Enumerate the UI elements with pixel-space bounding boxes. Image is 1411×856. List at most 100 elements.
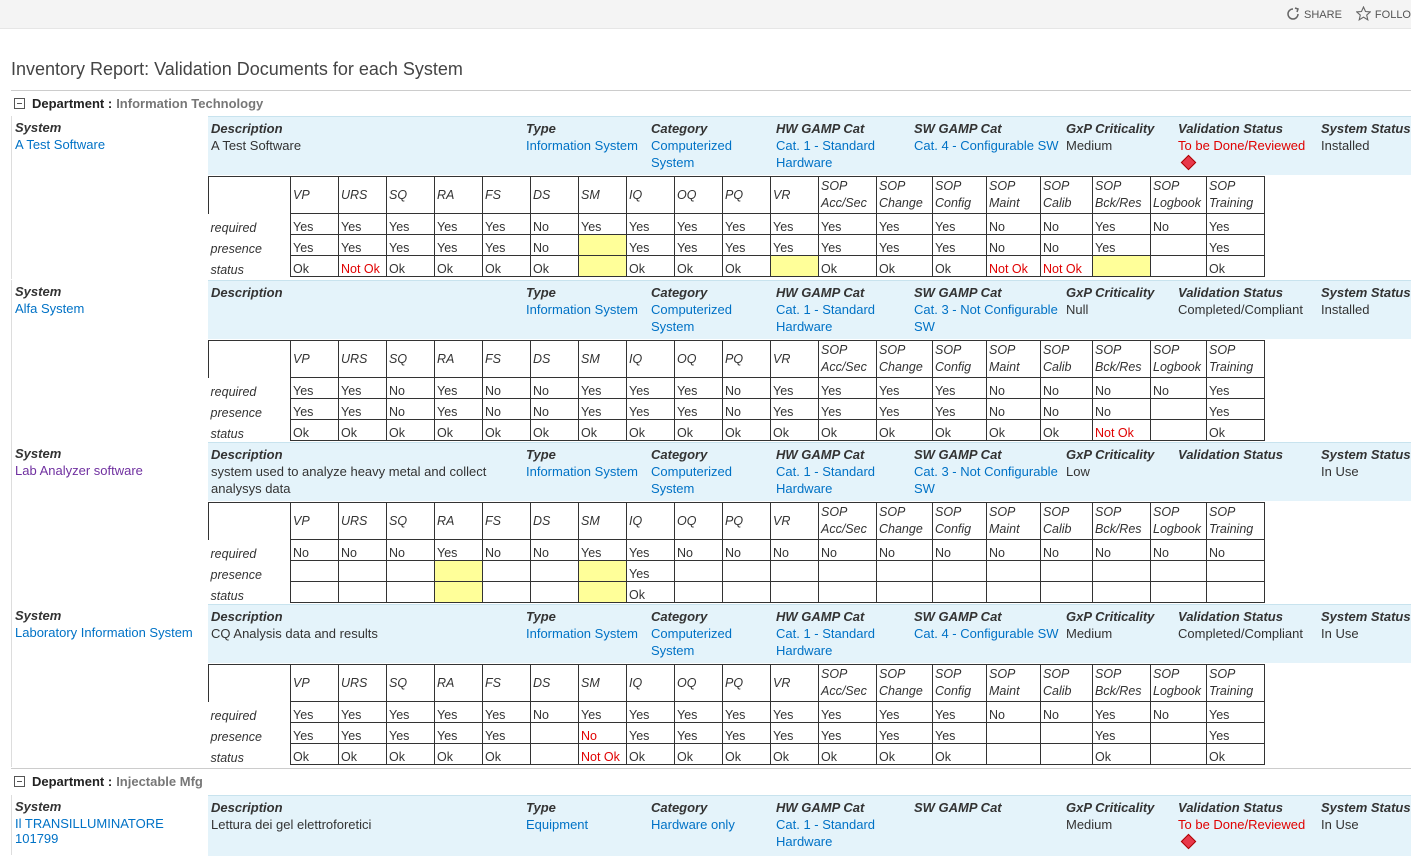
category-value[interactable]: Hardware only <box>651 816 769 833</box>
doc-cell: Yes <box>626 234 675 256</box>
doc-cell: Ok <box>1206 255 1265 277</box>
doc-cell: Yes <box>1092 722 1151 744</box>
doc-column-header: IQ <box>626 502 675 540</box>
system-status-cell: System Status In Use <box>1321 447 1411 480</box>
system-status-header: System Status <box>1321 285 1411 300</box>
department-header[interactable]: Department : Injectable Mfg <box>11 768 1411 793</box>
system-label: System <box>15 446 62 461</box>
category-cell: Category Computerized System <box>651 285 769 335</box>
doc-column-header: SQ <box>386 340 435 378</box>
hw-gamp-cell: HW GAMP Cat Cat. 1 - Standard Hardware <box>776 285 906 335</box>
doc-cell <box>1206 560 1265 582</box>
header-blank-cell <box>208 340 291 378</box>
doc-column-header: SOP Logbook <box>1150 176 1207 214</box>
follow-button[interactable]: FOLLO <box>1355 5 1411 24</box>
doc-cell: Ok <box>674 419 723 441</box>
type-cell: Type Information System <box>526 609 646 642</box>
doc-cell: Ok <box>1040 419 1093 441</box>
system-name-link[interactable]: Lab Analyzer software <box>15 463 208 478</box>
system-name-link[interactable]: Il TRANSILLUMINATORE 101799 <box>15 816 208 846</box>
documents-required-row: required Yes Yes No Yes No No Yes Yes Yes No Yes Yes… <box>209 377 1265 399</box>
documents-presence-row: presence Yes <box>209 560 1265 582</box>
sw-gamp-value[interactable]: Cat. 3 - Not Configurable SW <box>914 463 1062 497</box>
hw-gamp-cell: HW GAMP Cat Cat. 1 - Standard Hardware <box>776 609 906 659</box>
doc-cell: Yes <box>876 701 933 723</box>
doc-cell: No <box>986 213 1041 235</box>
category-value[interactable]: Computerized System <box>651 625 769 659</box>
department-value: Information Technology <box>116 95 264 111</box>
sw-gamp-value[interactable]: Cat. 4 - Configurable SW <box>914 625 1062 642</box>
doc-cell: Yes <box>722 722 771 744</box>
doc-cell: Yes <box>626 377 675 399</box>
doc-cell <box>986 722 1041 744</box>
system-name-link[interactable]: Alfa System <box>15 301 208 316</box>
department-header[interactable]: Department : Information Technology <box>11 90 1411 115</box>
hw-gamp-value[interactable]: Cat. 1 - Standard Hardware <box>776 137 906 171</box>
type-value[interactable]: Information System <box>526 625 646 642</box>
doc-cell: Yes <box>770 213 819 235</box>
doc-column-header: VP <box>290 340 339 378</box>
hw-gamp-value[interactable]: Cat. 1 - Standard Hardware <box>776 301 906 335</box>
doc-cell: Ok <box>626 581 675 603</box>
doc-cell: No <box>386 377 435 399</box>
validation-cell: Validation Status Completed/Compliant <box>1178 285 1318 318</box>
doc-cell: No <box>1092 398 1151 420</box>
category-value[interactable]: Computerized System <box>651 137 769 171</box>
type-value[interactable]: Information System <box>526 137 646 154</box>
hw-gamp-value[interactable]: Cat. 1 - Standard Hardware <box>776 463 906 497</box>
system-name-link[interactable]: A Test Software <box>15 137 208 152</box>
system-info-panel: Description CQ Analysis data and results T… <box>208 604 1411 663</box>
share-button[interactable]: SHARE <box>1286 6 1342 24</box>
system-status-value: Installed <box>1321 302 1370 317</box>
doc-column-header: PQ <box>722 340 771 378</box>
doc-cell: Yes <box>626 398 675 420</box>
type-header: Type <box>526 121 556 136</box>
collapse-icon[interactable] <box>14 775 25 787</box>
doc-column-header: SOP Training <box>1206 502 1265 540</box>
type-value[interactable]: Information System <box>526 301 646 318</box>
sw-gamp-value[interactable]: Cat. 3 - Not Configurable SW <box>914 301 1062 335</box>
doc-cell: No <box>386 539 435 561</box>
doc-column-header: SOP Config <box>932 664 987 702</box>
doc-column-header: SOP Config <box>932 176 987 214</box>
doc-cell <box>530 560 579 582</box>
doc-cell <box>530 743 579 765</box>
validation-header: Validation Status <box>1178 121 1283 136</box>
doc-cell <box>770 560 819 582</box>
doc-cell: No <box>482 398 531 420</box>
doc-column-header: PQ <box>722 502 771 540</box>
doc-column-header: DS <box>530 176 579 214</box>
doc-cell <box>674 581 723 603</box>
hw-gamp-value[interactable]: Cat. 1 - Standard Hardware <box>776 625 906 659</box>
doc-cell: Ok <box>722 743 771 765</box>
doc-cell <box>770 255 819 277</box>
doc-cell: Yes <box>338 398 387 420</box>
top-bar: SHARE FOLLO <box>0 0 1411 29</box>
doc-cell <box>1150 722 1207 744</box>
validation-value: To be Done/Reviewed <box>1178 138 1306 153</box>
doc-cell: Yes <box>1092 701 1151 723</box>
type-value[interactable]: Information System <box>526 463 646 480</box>
system-name-link[interactable]: Laboratory Information System <box>15 625 208 640</box>
doc-column-header: OQ <box>674 340 723 378</box>
doc-column-header: PQ <box>722 176 771 214</box>
doc-column-header: SOP Logbook <box>1150 502 1207 540</box>
system-label: System <box>15 608 62 623</box>
doc-cell: Yes <box>290 722 339 744</box>
doc-cell: Ok <box>818 255 877 277</box>
doc-cell <box>530 722 579 744</box>
row-label: status <box>210 750 244 765</box>
doc-cell: No <box>1150 701 1207 723</box>
doc-cell: No <box>530 213 579 235</box>
category-value[interactable]: Computerized System <box>651 301 769 335</box>
doc-cell <box>578 234 627 256</box>
sw-gamp-value[interactable]: Cat. 4 - Configurable SW <box>914 137 1062 154</box>
validation-value: Completed/Compliant <box>1178 302 1304 317</box>
type-value[interactable]: Equipment <box>526 816 646 833</box>
category-value[interactable]: Computerized System <box>651 463 769 497</box>
doc-cell: Yes <box>1206 377 1265 399</box>
doc-cell: Ok <box>338 419 387 441</box>
collapse-icon[interactable] <box>14 97 25 109</box>
doc-column-header: SOP Acc/Sec <box>818 340 877 378</box>
description-header: Description <box>211 285 283 300</box>
